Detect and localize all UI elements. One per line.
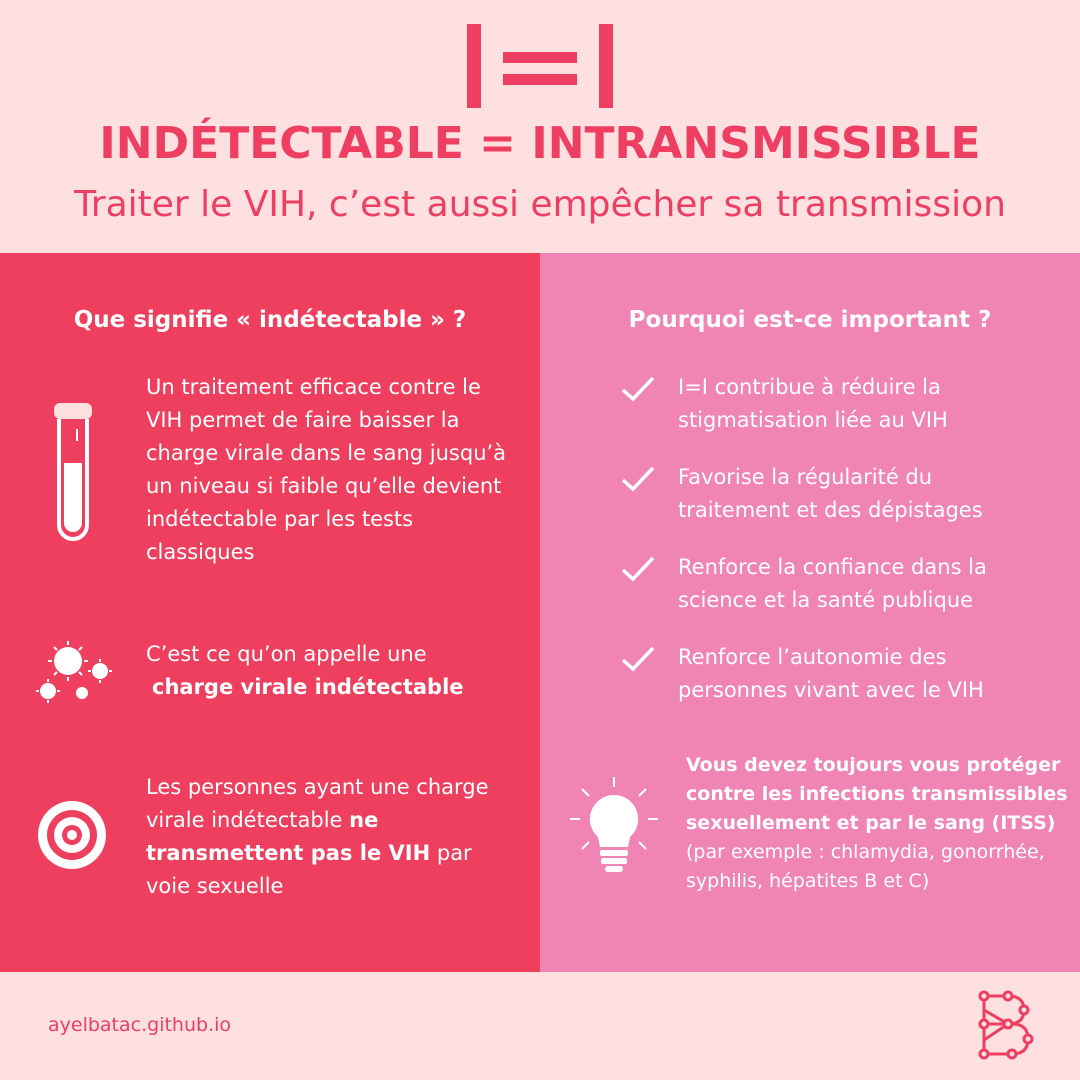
left-panel: Que signifie « indétectable » ? Un trait… bbox=[0, 253, 540, 972]
virus-icon bbox=[34, 635, 116, 710]
left-block-treatment: Un traitement efficace contre le VIH per… bbox=[146, 375, 507, 564]
right-panel: Pourquoi est-ce important ? I=I contribu… bbox=[540, 253, 1080, 972]
left-panel-title: Que signifie « indétectable » ? bbox=[73, 307, 467, 333]
check-icon bbox=[620, 463, 656, 498]
right-panel-title: Pourquoi est-ce important ? bbox=[628, 307, 992, 333]
footer-url: ayelbatac.github.io bbox=[48, 1014, 232, 1036]
check-icon bbox=[620, 553, 656, 588]
benefit-item: Renforce l’autonomie des personnes vivan… bbox=[620, 641, 1040, 711]
left-block2-bold: charge virale indétectable bbox=[152, 675, 464, 699]
benefit-text: Renforce l’autonomie des personnes vivan… bbox=[678, 645, 984, 702]
benefit-item: Renforce la confiance dans la science et… bbox=[620, 551, 1040, 621]
left-block-no-transmission: Les personnes ayant une charge virale in… bbox=[146, 771, 516, 903]
left-block-undetectable: C’est ce qu’on appelle une charge virale… bbox=[146, 638, 516, 704]
benefit-text: Favorise la régularité du traitement et … bbox=[678, 465, 983, 522]
benefit-item: I=I contribue à réduire la stigmatisatio… bbox=[620, 371, 1040, 441]
benefit-text: Renforce la confiance dans la science et… bbox=[678, 555, 987, 612]
i-equals-i-logo bbox=[0, 22, 1080, 117]
brand-logo-icon bbox=[972, 990, 1034, 1065]
benefit-text: I=I contribue à réduire la stigmatisatio… bbox=[678, 375, 948, 432]
itss-examples: (par exemple : chlamydia, gonorrhée, syp… bbox=[686, 841, 1045, 892]
left-block3-text: Les personnes ayant une charge virale in… bbox=[146, 775, 489, 832]
test-tube-icon bbox=[50, 401, 96, 552]
left-block2-text: C’est ce qu’on appelle une bbox=[146, 642, 427, 666]
subtitle: Traiter le VIH, c’est aussi empêcher sa … bbox=[74, 184, 1006, 225]
headline: INDÉTECTABLE = INTRANSMISSIBLE bbox=[99, 118, 981, 169]
itss-warning-note: Vous devez toujours vous protéger contre… bbox=[686, 751, 1071, 896]
benefit-item: Favorise la régularité du traitement et … bbox=[620, 461, 1040, 531]
check-icon bbox=[620, 643, 656, 678]
lightbulb-icon bbox=[568, 775, 660, 880]
target-icon bbox=[36, 799, 108, 876]
check-icon bbox=[620, 373, 656, 408]
itss-warning-bold: Vous devez toujours vous protéger contre… bbox=[686, 754, 1068, 834]
